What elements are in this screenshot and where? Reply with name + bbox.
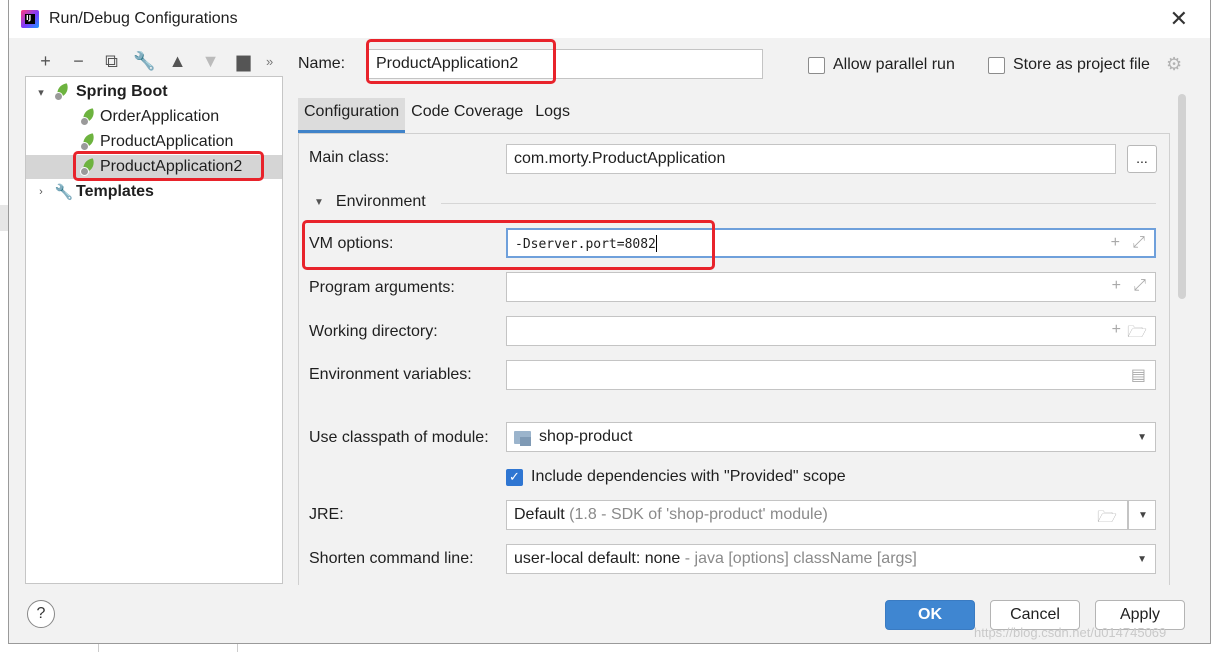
window-title: Run/Debug Configurations	[49, 10, 238, 27]
checkbox-label: Include dependencies with "Provided" sco…	[531, 468, 846, 485]
tab-bar: Configuration Code Coverage Logs	[298, 98, 576, 133]
shorten-command-line-select[interactable]: user-local default: none - java [options…	[506, 544, 1156, 574]
help-icon[interactable]: ?	[27, 600, 55, 628]
section-divider	[441, 203, 1156, 204]
add-icon[interactable]: +	[1112, 277, 1121, 295]
document-icon[interactable]: ▤	[1131, 365, 1146, 385]
vm-options-field[interactable]: -Dserver.port=8082 + ⤢	[506, 228, 1156, 258]
spring-boot-icon	[80, 108, 100, 126]
store-as-project-file-checkbox[interactable]: Store as project file	[988, 56, 1150, 74]
environment-variables-label: Environment variables:	[309, 366, 472, 383]
checkbox-box[interactable]	[808, 56, 825, 74]
tree-item-label: ProductApplication2	[100, 158, 243, 175]
expand-icon[interactable]: ⤢	[1133, 277, 1146, 295]
chevron-down-icon[interactable]: ▼	[1137, 554, 1147, 565]
shorten-detail: - java [options] className [args]	[684, 550, 917, 567]
working-directory-label: Working directory:	[309, 323, 438, 340]
chevron-down-icon[interactable]: ▼	[1137, 432, 1147, 443]
spring-boot-icon	[80, 158, 100, 176]
browse-button[interactable]: ...	[1127, 145, 1157, 173]
program-arguments-label: Program arguments:	[309, 279, 455, 296]
more-icon[interactable]: »	[266, 54, 273, 69]
run-debug-dialog: IJ Run/Debug Configurations ✕ + − ⧉ 🔧 ▲ …	[8, 0, 1211, 644]
checkbox-box[interactable]	[988, 56, 1005, 74]
tree-item-label: ProductApplication	[100, 133, 234, 150]
chevron-down-icon: ▼	[1138, 510, 1148, 521]
copy-icon[interactable]: ⧉	[95, 48, 128, 74]
tree-item-product-application[interactable]: ProductApplication	[26, 130, 282, 154]
tab-logs[interactable]: Logs	[529, 98, 576, 133]
tree-group-label: Spring Boot	[76, 83, 168, 100]
classpath-module-select[interactable]: shop-product ▼	[506, 422, 1156, 452]
section-title: Environment	[335, 193, 426, 210]
allow-parallel-run-checkbox[interactable]: Allow parallel run	[808, 56, 955, 74]
add-icon[interactable]: +	[29, 48, 62, 74]
shorten-command-line-label: Shorten command line:	[309, 550, 474, 567]
tree-item-order-application[interactable]: OrderApplication	[26, 105, 282, 129]
program-arguments-field[interactable]: + ⤢	[506, 272, 1156, 302]
jre-label: JRE:	[309, 506, 344, 523]
environment-section-header[interactable]: ▼ Environment	[314, 193, 426, 211]
jre-select[interactable]: Default (1.8 - SDK of 'shop-product' mod…	[506, 500, 1128, 530]
tree-item-product-application2[interactable]: ProductApplication2	[26, 155, 282, 179]
environment-variables-field[interactable]: ▤	[506, 360, 1156, 390]
shorten-value: user-local default: none	[514, 550, 681, 567]
jre-dropdown-button[interactable]: ▼	[1128, 500, 1156, 530]
background-window-edge	[98, 644, 238, 652]
name-label: Name:	[298, 55, 346, 72]
tree-group-templates[interactable]: › 🔧 Templates	[26, 180, 282, 204]
main-class-value: com.morty.ProductApplication	[514, 150, 726, 167]
ok-button[interactable]: OK	[885, 600, 975, 630]
tab-configuration[interactable]: Configuration	[298, 98, 406, 133]
spring-boot-icon	[54, 83, 74, 101]
wrench-icon: 🔧	[54, 184, 74, 201]
watermark: https://blog.csdn.net/u014745069	[974, 625, 1167, 640]
remove-icon[interactable]: −	[62, 48, 95, 74]
classpath-module-value: shop-product	[539, 428, 633, 445]
new-folder-icon[interactable]: ▆	[227, 48, 260, 74]
vm-options-label: VM options:	[309, 235, 394, 252]
jre-value: Default	[514, 506, 565, 523]
jre-detail: (1.8 - SDK of 'shop-product' module)	[569, 506, 828, 523]
text-caret	[655, 235, 657, 253]
collapse-arrow-icon[interactable]: ▼	[314, 197, 324, 208]
tree-group-spring-boot[interactable]: ▾ Spring Boot	[26, 80, 282, 104]
intellij-icon: IJ	[21, 10, 39, 28]
close-icon[interactable]: ✕	[1170, 6, 1188, 32]
folder-icon[interactable]: 🗁	[1127, 321, 1147, 348]
move-up-icon[interactable]: ▲	[161, 48, 194, 74]
checkmark-icon[interactable]: ✓	[506, 468, 523, 486]
configuration-tree: ▾ Spring Boot OrderApplication ProductAp…	[25, 76, 283, 584]
main-class-label: Main class:	[309, 149, 390, 166]
tab-code-coverage[interactable]: Code Coverage	[405, 98, 529, 133]
move-down-icon[interactable]: ▼	[194, 48, 227, 74]
vm-options-value: -Dserver.port=8082	[515, 237, 656, 252]
working-directory-field[interactable]: + 🗁	[506, 316, 1156, 346]
main-class-field[interactable]: com.morty.ProductApplication	[506, 144, 1116, 174]
checkbox-label: Allow parallel run	[833, 56, 955, 73]
title-bar: IJ Run/Debug Configurations ✕	[9, 0, 1210, 38]
chevron-right-icon[interactable]: ›	[34, 186, 48, 198]
add-icon[interactable]: +	[1112, 321, 1121, 339]
tree-item-label: OrderApplication	[100, 108, 220, 125]
include-provided-checkbox[interactable]: ✓ Include dependencies with "Provided" s…	[506, 468, 846, 486]
classpath-module-label: Use classpath of module:	[309, 429, 489, 446]
module-icon	[514, 430, 531, 446]
background-window-edge	[0, 205, 8, 231]
checkbox-label: Store as project file	[1013, 56, 1150, 73]
gear-icon[interactable]: ⚙	[1166, 54, 1182, 75]
config-toolbar: + − ⧉ 🔧 ▲ ▼ ▆ »	[29, 48, 273, 74]
name-input[interactable]	[368, 49, 763, 79]
folder-icon[interactable]: 🗁	[1097, 506, 1117, 533]
spring-boot-icon	[80, 133, 100, 151]
scrollbar-thumb[interactable]	[1178, 94, 1186, 299]
tree-group-label: Templates	[76, 183, 154, 200]
expand-icon[interactable]: ⤢	[1132, 234, 1145, 252]
wrench-icon[interactable]: 🔧	[128, 48, 161, 74]
chevron-down-icon[interactable]: ▾	[34, 86, 48, 99]
add-icon[interactable]: +	[1111, 234, 1120, 252]
scrollbar[interactable]	[1176, 94, 1188, 584]
